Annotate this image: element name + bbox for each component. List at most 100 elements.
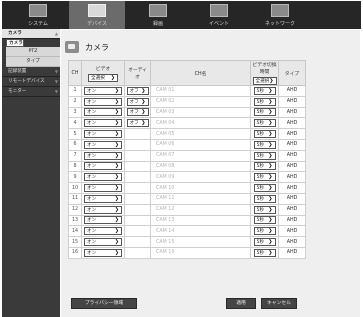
camera-name-field[interactable]: CAM 05: [150, 128, 251, 140]
video-select[interactable]: オン ❯: [84, 173, 122, 182]
header-ch: CH: [68, 60, 82, 86]
audio-select-value: オフ: [129, 88, 139, 94]
dwell-select-value: 5秒: [256, 121, 265, 127]
dwell-select[interactable]: 5秒 ❯: [253, 162, 276, 171]
sidebar-item-ptz[interactable]: PTZ: [6, 47, 60, 57]
camera-name-field[interactable]: CAM 10: [150, 182, 251, 194]
chevron-down-icon: ❯: [141, 109, 146, 116]
dwell-select[interactable]: 5秒 ❯: [253, 97, 276, 106]
dwell-cell: 5秒 ❯: [250, 203, 279, 216]
video-select-all-value: 全選択: [91, 75, 105, 81]
nav-system[interactable]: システム: [10, 1, 66, 29]
dwell-select[interactable]: 5秒 ❯: [253, 151, 276, 160]
video-select[interactable]: オン ❯: [84, 97, 122, 106]
sidebar-category-storage[interactable]: 記録装置 ▼: [2, 67, 60, 77]
video-cell: オン ❯: [81, 214, 125, 227]
camera-name-field[interactable]: CAM 12: [150, 203, 251, 216]
video-select[interactable]: オン ❯: [84, 205, 122, 214]
nav-network[interactable]: ネットワーク: [252, 1, 308, 29]
chevron-down-icon: ❯: [268, 163, 273, 170]
dwell-select[interactable]: 5秒 ❯: [253, 108, 276, 117]
camera-name-field[interactable]: CAM 04: [150, 117, 251, 130]
ch-number: 14: [68, 225, 82, 238]
camera-name-field[interactable]: CAM 08: [150, 160, 251, 173]
dwell-select-value: 5秒: [256, 99, 265, 105]
video-select[interactable]: オン ❯: [84, 86, 122, 95]
video-select[interactable]: オン ❯: [84, 227, 122, 236]
audio-cell: オフ ❯: [124, 85, 151, 97]
video-select[interactable]: オン ❯: [84, 119, 122, 128]
chevron-down-icon: ❯: [268, 228, 273, 235]
camera-name-field[interactable]: CAM 06: [150, 138, 251, 151]
video-select-all[interactable]: 全選択 ❯: [88, 73, 118, 82]
dwell-select[interactable]: 5秒 ❯: [253, 119, 276, 128]
audio-select[interactable]: オフ ❯: [126, 119, 149, 128]
camera-name-field[interactable]: CAM 13: [150, 214, 251, 227]
video-cell: オン ❯: [81, 171, 125, 184]
chevron-down-icon: ❯: [141, 87, 146, 94]
sidebar-category-monitor[interactable]: モニター ▼: [2, 87, 60, 97]
camera-name-field[interactable]: CAM 11: [150, 192, 251, 205]
dwell-select[interactable]: 5秒 ❯: [253, 227, 276, 236]
dwell-select[interactable]: 5秒 ❯: [253, 238, 276, 247]
privacy-area-button[interactable]: プライバシー領域: [71, 298, 137, 309]
video-select[interactable]: オン ❯: [84, 216, 122, 225]
video-select-value: オン: [87, 175, 97, 181]
sidebar-category-storage-label: 記録装置: [8, 69, 27, 74]
sidebar-category-remote-device[interactable]: リモートデバイス ▼: [2, 77, 60, 87]
video-select[interactable]: オン ❯: [84, 108, 122, 117]
chevron-down-icon: ❯: [114, 120, 119, 127]
ch-number: 1: [68, 85, 82, 97]
dwell-cell: 5秒 ❯: [250, 149, 279, 162]
video-cell: オン ❯: [81, 203, 125, 216]
sidebar-category-camera[interactable]: カメラ ▲: [2, 29, 60, 39]
camera-name-field[interactable]: CAM 14: [150, 225, 251, 238]
audio-select[interactable]: オフ ❯: [126, 86, 149, 95]
dwell-select-all[interactable]: 全選択 ❯: [252, 77, 277, 85]
nav-record[interactable]: 録画: [130, 1, 186, 29]
video-select[interactable]: オン ❯: [84, 194, 122, 203]
camera-name-field[interactable]: CAM 09: [150, 171, 251, 184]
dwell-select[interactable]: 5秒 ❯: [253, 173, 276, 182]
nav-event[interactable]: イベント: [191, 1, 247, 29]
nav-device[interactable]: デバイス: [69, 1, 125, 29]
camera-name-field[interactable]: CAM 03: [150, 106, 251, 119]
camera-name-field[interactable]: CAM 07: [150, 149, 251, 162]
dwell-select[interactable]: 5秒 ❯: [253, 216, 276, 225]
dwell-select[interactable]: 5秒 ❯: [253, 140, 276, 149]
dwell-select-value: 5秒: [256, 164, 265, 170]
dwell-select[interactable]: 5秒 ❯: [253, 86, 276, 95]
audio-select[interactable]: オフ ❯: [126, 97, 149, 106]
video-select[interactable]: オン ❯: [84, 151, 122, 160]
video-select[interactable]: オン ❯: [84, 130, 122, 139]
apply-button[interactable]: 適用: [226, 298, 256, 309]
video-select[interactable]: オン ❯: [84, 238, 122, 247]
sidebar-item-type[interactable]: タイプ: [6, 57, 60, 67]
audio-cell: オフ ❯: [124, 106, 151, 119]
cancel-button[interactable]: キャンセル: [261, 298, 297, 309]
nav-system-label: システム: [28, 21, 48, 27]
camera-name-field[interactable]: CAM 16: [150, 246, 251, 259]
sidebar-category-monitor-label: モニター: [8, 89, 27, 94]
dwell-select[interactable]: 5秒 ❯: [253, 248, 276, 257]
chevron-down-icon: ❯: [268, 98, 273, 105]
video-cell: オン ❯: [81, 246, 125, 259]
dwell-select[interactable]: 5秒 ❯: [253, 184, 276, 193]
video-select[interactable]: オン ❯: [84, 248, 122, 257]
dwell-select[interactable]: 5秒 ❯: [253, 130, 276, 139]
dwell-select-value: 5秒: [256, 207, 265, 213]
camera-name-field[interactable]: CAM 01: [150, 85, 251, 97]
chevron-down-icon: ❯: [114, 163, 119, 170]
dwell-select[interactable]: 5秒 ❯: [253, 194, 276, 203]
chevron-down-icon: ❯: [268, 109, 273, 116]
video-select[interactable]: オン ❯: [84, 140, 122, 149]
sidebar-item-camera[interactable]: カメラ: [6, 39, 24, 47]
video-select[interactable]: オン ❯: [84, 184, 122, 193]
video-select[interactable]: オン ❯: [84, 162, 122, 171]
camera-name-field[interactable]: CAM 02: [150, 95, 251, 108]
dwell-select[interactable]: 5秒 ❯: [253, 205, 276, 214]
video-select-value: オン: [87, 207, 97, 213]
camera-name-field[interactable]: CAM 15: [150, 236, 251, 248]
audio-select[interactable]: オフ ❯: [126, 108, 149, 117]
camera-type: AHD: [278, 214, 306, 227]
